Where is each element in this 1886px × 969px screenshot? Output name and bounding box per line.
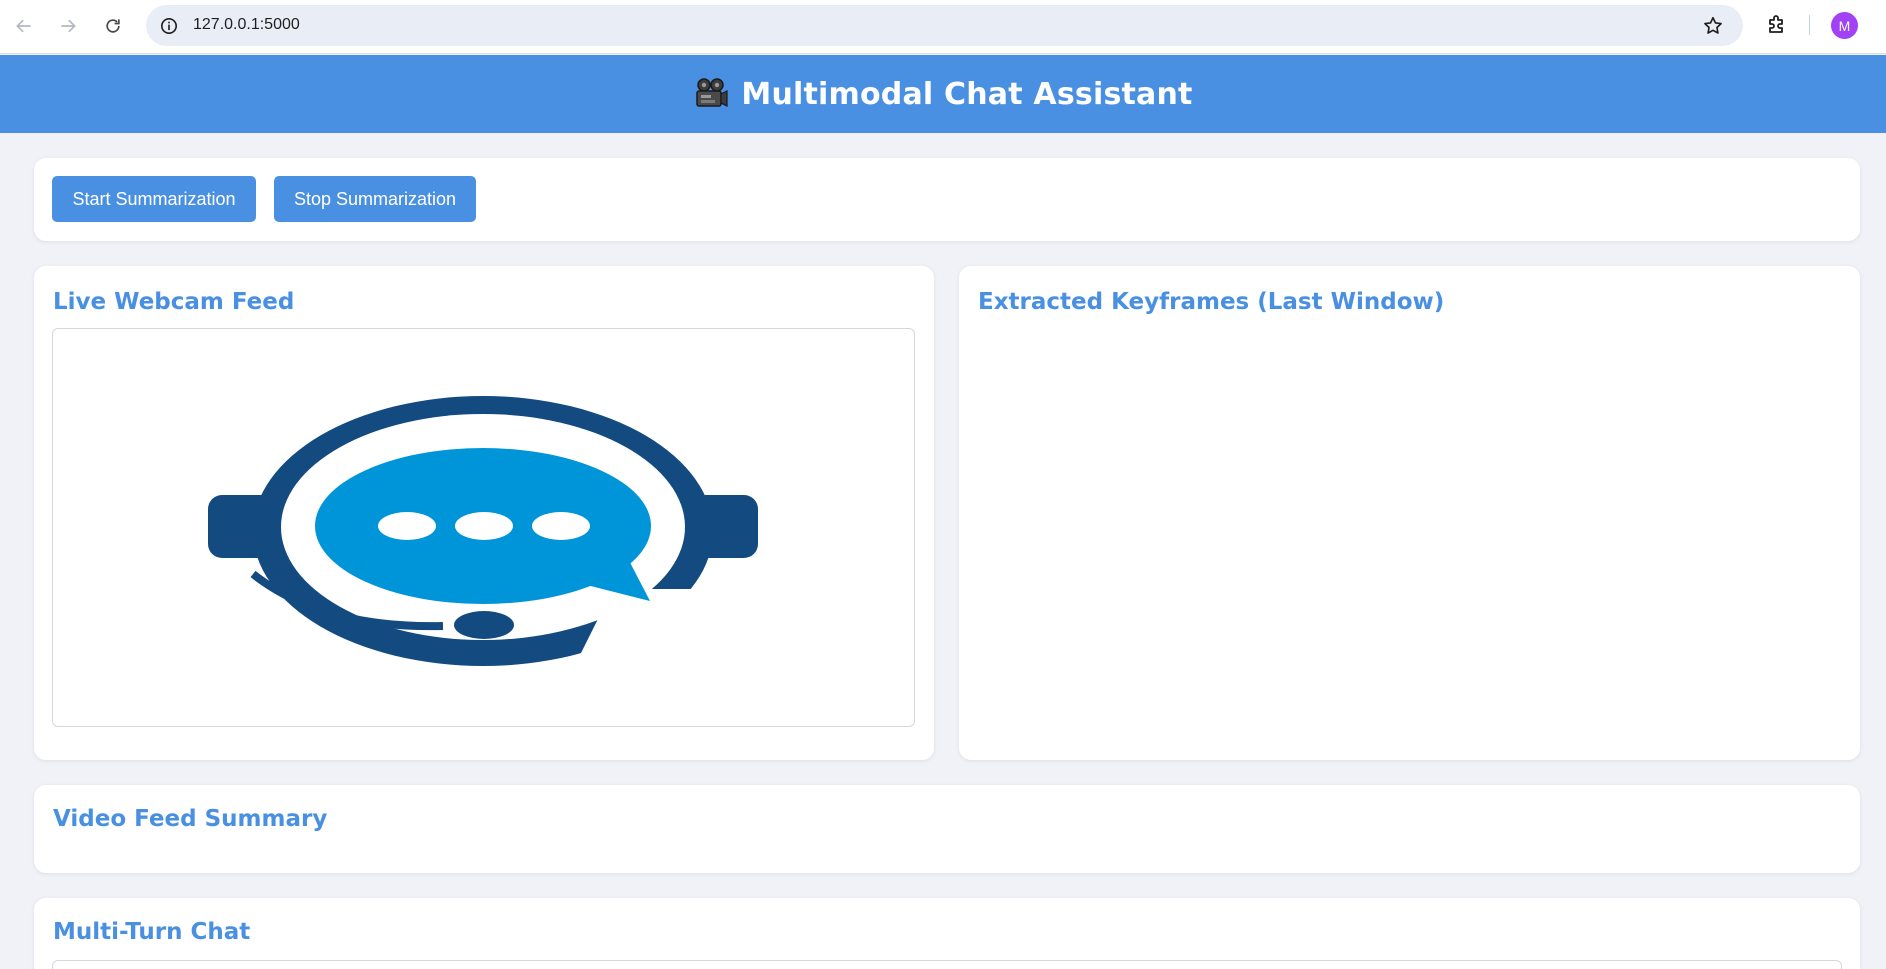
webcam-title: Live Webcam Feed xyxy=(53,289,295,315)
info-icon[interactable] xyxy=(158,15,179,36)
webcam-feed xyxy=(52,328,915,727)
stop-summarization-button[interactable]: Stop Summarization xyxy=(274,176,476,222)
address-bar[interactable]: 127.0.0.1:5000 xyxy=(146,5,1743,46)
extensions-icon[interactable] xyxy=(1764,11,1790,37)
webcam-panel: Live Webcam Feed xyxy=(34,266,934,760)
start-summarization-button[interactable]: Start Summarization xyxy=(52,176,256,222)
summary-panel: Video Feed Summary xyxy=(34,785,1860,873)
chat-support-logo xyxy=(208,396,758,669)
reload-icon xyxy=(106,19,120,33)
controls-panel: Start Summarization Stop Summarization xyxy=(34,158,1860,241)
back-arrow-icon xyxy=(16,19,31,33)
bookmark-star-icon[interactable] xyxy=(1701,14,1725,38)
reload-button[interactable] xyxy=(97,10,129,42)
chat-title: Multi-Turn Chat xyxy=(53,919,251,945)
app-header: Multimodal Chat Assistant xyxy=(0,55,1886,133)
profile-avatar[interactable]: M xyxy=(1831,12,1858,39)
keyframes-panel: Extracted Keyframes (Last Window) xyxy=(959,266,1860,760)
url-text[interactable]: 127.0.0.1:5000 xyxy=(193,16,300,34)
summary-title: Video Feed Summary xyxy=(53,806,328,832)
keyframes-title: Extracted Keyframes (Last Window) xyxy=(978,289,1445,315)
chat-panel: Multi-Turn Chat xyxy=(34,898,1860,969)
page-title: Multimodal Chat Assistant xyxy=(741,76,1193,112)
forward-button[interactable] xyxy=(52,10,84,42)
forward-arrow-icon xyxy=(61,19,76,33)
toolbar-divider xyxy=(1809,15,1810,35)
chat-history-box[interactable] xyxy=(52,960,1842,969)
video-camera-icon xyxy=(696,78,728,107)
browser-toolbar: 127.0.0.1:5000 M xyxy=(0,0,1886,54)
back-button[interactable] xyxy=(8,10,40,42)
